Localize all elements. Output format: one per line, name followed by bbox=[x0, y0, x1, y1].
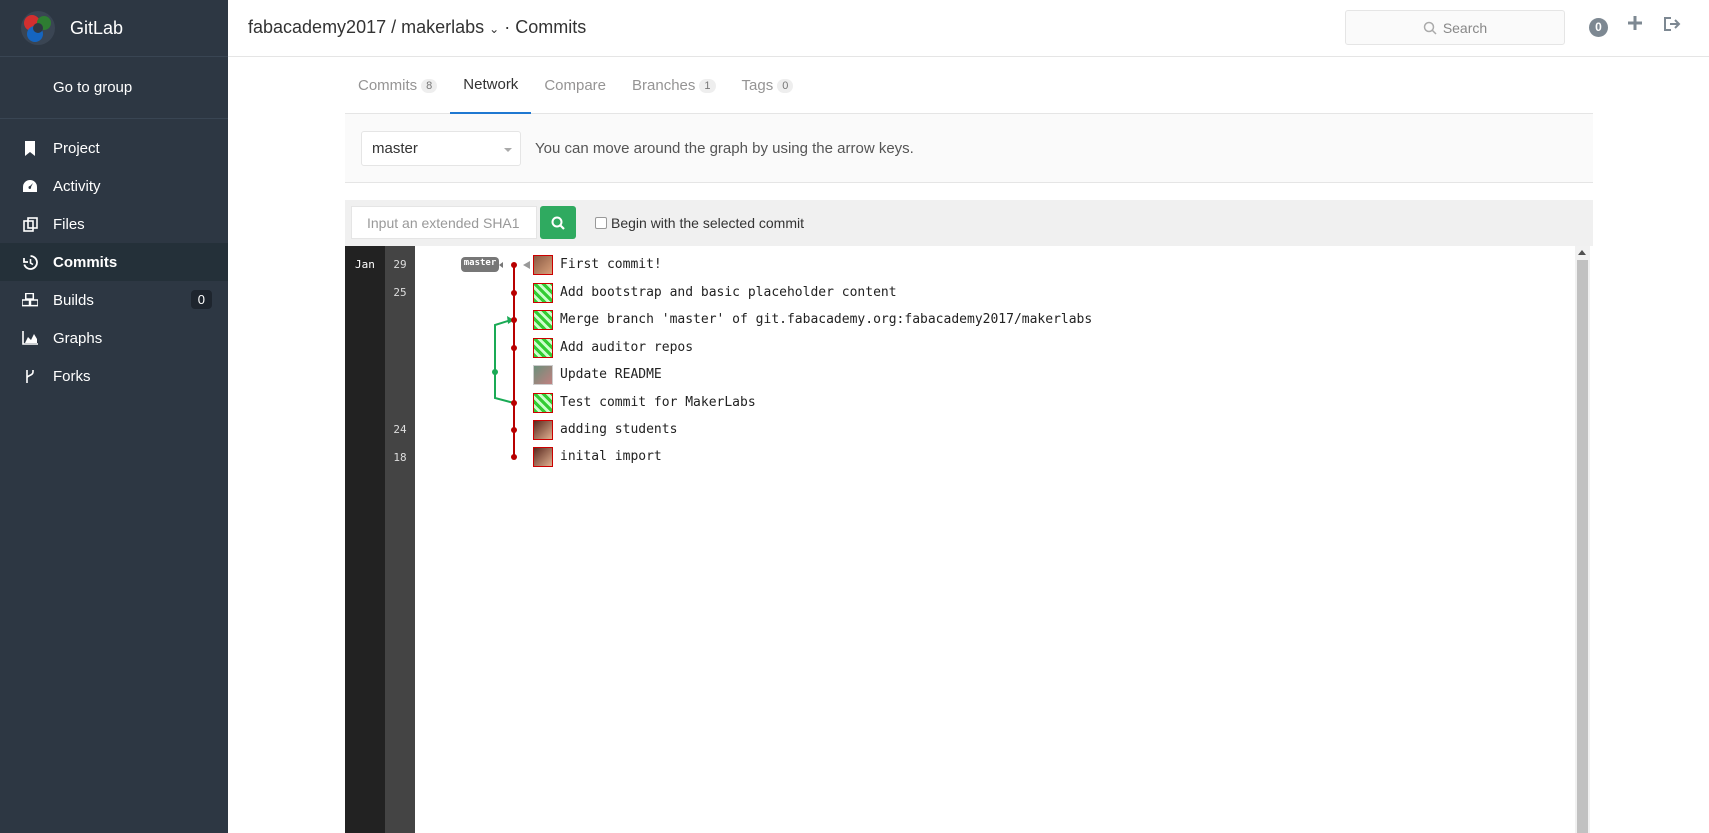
tab-branches[interactable]: Branches 1 bbox=[619, 57, 729, 114]
tab-count-badge: 1 bbox=[699, 78, 716, 93]
commit-message[interactable]: Merge branch 'master' of git.fabacademy.… bbox=[560, 312, 1092, 327]
commit-message[interactable]: First commit! bbox=[560, 257, 662, 272]
sidebar-item-label: Activity bbox=[53, 177, 101, 195]
begin-with-selected-checkbox[interactable]: Begin with the selected commit bbox=[595, 215, 804, 231]
avatar bbox=[533, 338, 553, 358]
checkbox[interactable] bbox=[595, 217, 607, 229]
top-header: fabacademy2017 / makerlabs ⌄ · Commits S… bbox=[228, 0, 1709, 57]
builds-count-badge: 0 bbox=[190, 290, 212, 309]
sidebar-item-label: Builds bbox=[53, 291, 94, 309]
dashboard-icon bbox=[22, 178, 38, 194]
vertical-scrollbar[interactable] bbox=[1575, 246, 1590, 833]
tab-commits[interactable]: Commits 8 bbox=[345, 57, 450, 114]
commit-message[interactable]: adding students bbox=[560, 422, 677, 437]
branch-bar: master You can move around the graph by … bbox=[345, 114, 1593, 183]
caret-down-icon bbox=[504, 148, 512, 152]
graph-controls: Input an extended SHA1 Begin with the se… bbox=[345, 200, 1593, 246]
history-icon bbox=[22, 254, 38, 270]
avatar bbox=[533, 365, 553, 385]
search-icon bbox=[1423, 21, 1437, 35]
network-graph[interactable]: Jan 29 25 24 18 master First commit! Add… bbox=[345, 246, 1593, 833]
sidebar-item-label: Graphs bbox=[53, 329, 103, 347]
sidebar: GitLab Go to group Project Activity File… bbox=[0, 0, 228, 833]
gitlab-logo bbox=[21, 11, 55, 45]
go-to-group-link[interactable]: Go to group bbox=[0, 57, 228, 119]
tab-tags[interactable]: Tags 0 bbox=[729, 57, 807, 114]
files-icon bbox=[22, 216, 38, 232]
sign-out-icon[interactable] bbox=[1664, 17, 1681, 31]
avatar bbox=[533, 393, 553, 413]
search-input[interactable]: Search bbox=[1345, 10, 1565, 45]
page-section-title: · Commits bbox=[504, 17, 587, 37]
avatar bbox=[533, 283, 553, 303]
tab-label: Compare bbox=[544, 77, 607, 94]
sidebar-item-builds[interactable]: Builds 0 bbox=[0, 281, 228, 319]
branch-select[interactable]: master bbox=[361, 131, 521, 166]
sidebar-item-forks[interactable]: Forks bbox=[0, 357, 228, 395]
tab-count-badge: 8 bbox=[421, 78, 438, 93]
tab-label: Branches bbox=[632, 77, 696, 94]
commit-message[interactable]: Add auditor repos bbox=[560, 340, 693, 355]
sidebar-item-project[interactable]: Project bbox=[0, 129, 228, 167]
avatar bbox=[533, 420, 553, 440]
tab-label: Network bbox=[463, 76, 519, 93]
branch-select-value: master bbox=[372, 140, 418, 157]
tab-compare[interactable]: Compare bbox=[531, 57, 619, 114]
sidebar-item-label: Forks bbox=[53, 367, 91, 385]
code-fork-icon bbox=[22, 368, 38, 384]
sidebar-item-activity[interactable]: Activity bbox=[0, 167, 228, 205]
sidebar-item-files[interactable]: Files bbox=[0, 205, 228, 243]
commit-message[interactable]: inital import bbox=[560, 449, 662, 464]
network-help-text: You can move around the graph by using t… bbox=[535, 140, 914, 157]
project-tabs: Commits 8 Network Compare Branches 1 Tag… bbox=[345, 57, 1593, 114]
checkbox-label: Begin with the selected commit bbox=[611, 215, 804, 231]
scroll-up-arrow-icon[interactable] bbox=[1578, 250, 1586, 255]
breadcrumb: fabacademy2017 / makerlabs ⌄ · Commits bbox=[248, 17, 586, 38]
avatar bbox=[533, 310, 553, 330]
sidebar-item-graphs[interactable]: Graphs bbox=[0, 319, 228, 357]
chevron-down-icon[interactable]: ⌄ bbox=[489, 22, 499, 36]
commit-message[interactable]: Test commit for MakerLabs bbox=[560, 395, 756, 410]
avatar bbox=[533, 255, 553, 275]
tab-label: Commits bbox=[358, 77, 418, 94]
scrollbar-thumb[interactable] bbox=[1577, 260, 1588, 833]
brand[interactable]: GitLab bbox=[0, 0, 228, 57]
sha-search-button[interactable] bbox=[540, 206, 576, 239]
search-placeholder: Search bbox=[1442, 19, 1488, 36]
sidebar-item-label: Project bbox=[53, 139, 100, 157]
commit-message[interactable]: Add bootstrap and basic placeholder cont… bbox=[560, 285, 897, 300]
brand-name: GitLab bbox=[70, 17, 124, 38]
area-chart-icon bbox=[22, 330, 38, 346]
sha-input[interactable]: Input an extended SHA1 bbox=[351, 206, 537, 239]
sidebar-nav: Project Activity Files Commits Builds 0 … bbox=[0, 119, 228, 395]
commit-message[interactable]: Update README bbox=[560, 367, 662, 382]
tab-network[interactable]: Network bbox=[450, 57, 532, 114]
plus-icon[interactable] bbox=[1628, 16, 1642, 30]
tab-label: Tags bbox=[741, 77, 774, 94]
cubes-icon bbox=[22, 292, 38, 308]
commit-graph-lines bbox=[461, 257, 530, 460]
branch-label-master[interactable]: master bbox=[461, 258, 499, 268]
sidebar-item-label: Files bbox=[53, 215, 85, 233]
project-path-link[interactable]: fabacademy2017 / makerlabs bbox=[248, 17, 484, 37]
sidebar-item-commits[interactable]: Commits bbox=[0, 243, 228, 281]
avatar bbox=[533, 447, 553, 467]
bookmark-icon bbox=[22, 140, 38, 156]
tab-count-badge: 0 bbox=[777, 78, 794, 93]
sidebar-item-label: Commits bbox=[53, 253, 118, 271]
search-icon bbox=[551, 216, 565, 230]
todos-count-badge[interactable]: 0 bbox=[1589, 18, 1608, 37]
